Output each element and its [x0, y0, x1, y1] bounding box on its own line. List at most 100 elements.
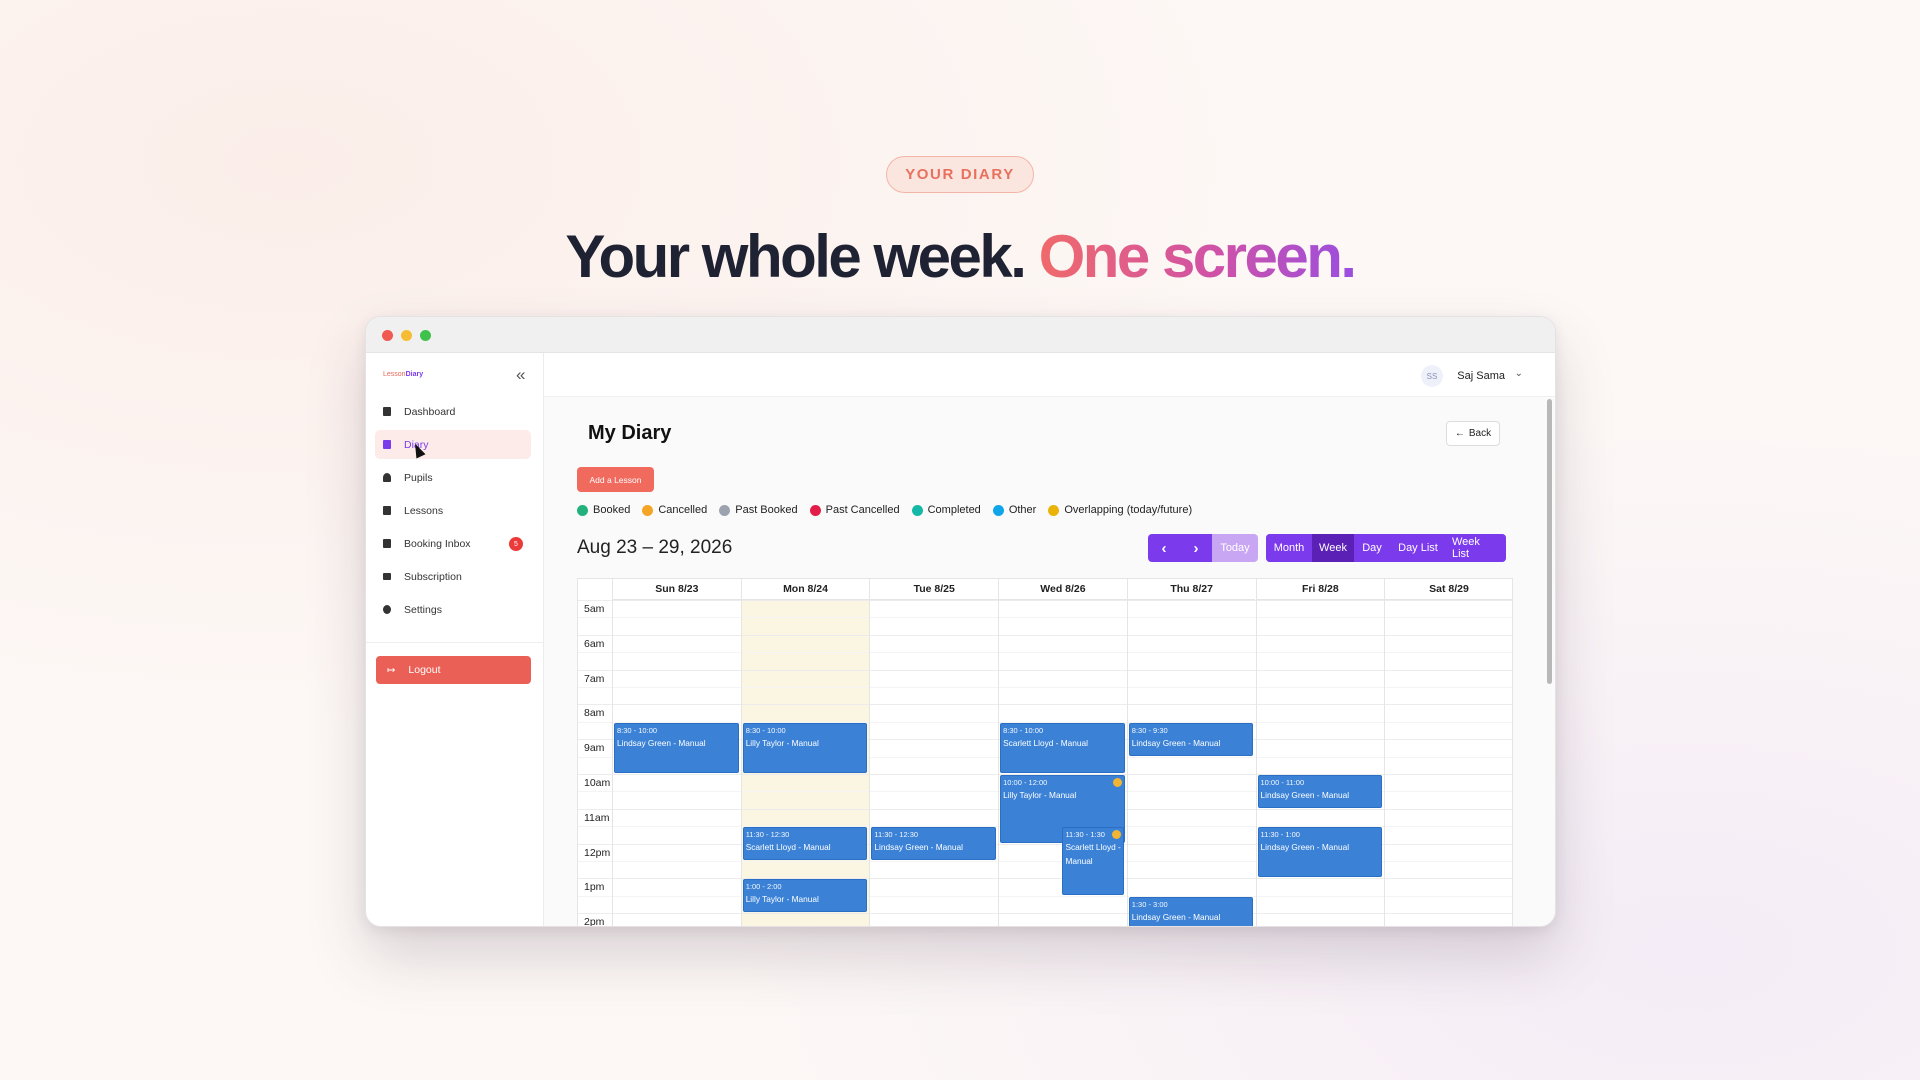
calendar-event[interactable]: 1:30 - 3:00 Lindsay Green - Manual: [1128, 896, 1254, 926]
view-month-button[interactable]: Month: [1266, 534, 1312, 562]
grid-column-line: [612, 579, 613, 926]
maximize-window-dot[interactable]: [420, 330, 431, 341]
view-week-list-button[interactable]: Week List: [1446, 534, 1506, 562]
legend-color-dot-icon: [1048, 504, 1060, 516]
legend-item: Cancelled: [642, 504, 707, 516]
day-header[interactable]: Thu 8/27: [1126, 579, 1256, 600]
sidebar-item-label: Pupils: [404, 471, 433, 484]
day-header[interactable]: Fri 8/28: [1255, 579, 1385, 600]
grid-line: [578, 617, 1512, 619]
calendar-event[interactable]: 8:30 - 10:00 Lilly Taylor - Manual: [742, 722, 868, 773]
grid-line: [578, 704, 1512, 706]
view-day-list-button[interactable]: Day List: [1390, 534, 1446, 562]
scrollbar[interactable]: [1547, 399, 1552, 684]
chevron-down-icon[interactable]: ⌄: [1515, 368, 1523, 379]
app-logo[interactable]: LessonDiary: [383, 371, 423, 378]
calendar-event[interactable]: 8:30 - 9:30 Lindsay Green - Manual: [1128, 722, 1254, 756]
event-time: 11:30 - 12:30: [874, 830, 919, 840]
time-label: 10am: [584, 777, 611, 789]
grid-column-line: [1384, 579, 1386, 926]
close-window-dot[interactable]: [382, 330, 393, 341]
time-label: 2pm: [584, 916, 605, 927]
page-title: My Diary: [588, 422, 672, 444]
calendar-event[interactable]: 10:00 - 11:00 Lindsay Green - Manual: [1257, 775, 1383, 808]
sidebar-item-subscription[interactable]: Subscription: [375, 562, 531, 591]
logo-accent: Diary: [405, 371, 424, 378]
calendar-event[interactable]: 11:30 - 12:30 Lindsay Green - Manual: [871, 827, 997, 860]
calendar-event[interactable]: 11:30 - 1:00 Lindsay Green - Manual: [1257, 827, 1383, 878]
eyebrow-badge: YOUR DIARY: [886, 156, 1034, 193]
calendar-event[interactable]: 11:30 - 12:30 Scarlett Lloyd - Manual: [742, 827, 868, 860]
sidebar-item-lessons[interactable]: Lessons: [375, 496, 531, 525]
sidebar-item-diary[interactable]: Diary: [375, 430, 531, 459]
legend-color-dot-icon: [911, 504, 923, 516]
legend-item: Booked: [577, 504, 630, 516]
event-time: 10:00 - 12:00: [1003, 778, 1048, 787]
grid-line: [578, 913, 1512, 915]
event-time: 1:00 - 2:00: [745, 882, 782, 892]
gear-icon: [383, 605, 391, 614]
calendar-event[interactable]: 8:30 - 10:00 Lindsay Green - Manual: [614, 722, 739, 773]
minimize-window-dot[interactable]: [401, 330, 412, 341]
legend-color-dot-icon: [809, 504, 821, 516]
credit-card-icon: [383, 573, 391, 580]
event-title: Scarlett Lloyd - Manual: [1003, 737, 1088, 748]
sidebar-item-label: Subscription: [404, 570, 462, 583]
day-header[interactable]: Tue 8/25: [869, 579, 999, 600]
day-header[interactable]: Mon 8/24: [740, 579, 870, 600]
sidebar-divider: [366, 642, 544, 643]
sidebar-item-booking-inbox[interactable]: Booking Inbox 5: [375, 529, 531, 558]
view-week-button[interactable]: Week: [1312, 534, 1354, 562]
top-bar: SS Saj Sama ⌄: [544, 353, 1555, 397]
time-label: 1pm: [584, 881, 605, 894]
app-window: LessonDiary « Dashboard Diary Pupils Les…: [365, 316, 1556, 927]
window-titlebar: [366, 317, 1555, 353]
sidebar-item-pupils[interactable]: Pupils: [375, 463, 531, 492]
collapse-sidebar-icon[interactable]: «: [516, 365, 525, 385]
legend-item: Other: [992, 504, 1036, 516]
notification-badge: 5: [509, 537, 523, 551]
logout-icon: ↦: [387, 664, 396, 676]
sidebar-item-label: Settings: [404, 603, 442, 616]
calendar-event[interactable]: 11:30 - 1:30 Scarlett Lloyd - Manual: [1062, 827, 1124, 895]
main-content: My Diary ← Back Add a Lesson Booked Cance…: [544, 397, 1555, 926]
grid-line: [578, 634, 1512, 636]
time-label: 5am: [584, 603, 605, 615]
day-header[interactable]: Wed 8/26: [998, 579, 1127, 600]
bar-chart-icon: [383, 407, 391, 416]
chevron-right-icon[interactable]: ›: [1180, 534, 1212, 562]
day-header[interactable]: Sat 8/29: [1384, 579, 1512, 600]
calendar-icon: [383, 440, 391, 449]
legend-label: Overlapping (today/future): [1064, 504, 1193, 516]
grid-line: [578, 878, 1512, 880]
user-name[interactable]: Saj Sama: [1457, 370, 1505, 382]
event-title: Lindsay Green - Manual: [874, 842, 963, 853]
avatar[interactable]: SS: [1421, 365, 1443, 387]
headline-accent: One screen.: [1038, 223, 1358, 290]
view-day-button[interactable]: Day: [1354, 534, 1390, 562]
status-legend: Booked Cancelled Past Booked Past Cancelled…: [577, 504, 1204, 516]
add-lesson-button[interactable]: Add a Lesson: [577, 467, 654, 492]
day-header[interactable]: Sun 8/23: [612, 579, 741, 600]
logout-button[interactable]: ↦ Logout: [376, 656, 531, 684]
grid-column-line: [869, 579, 871, 926]
back-button[interactable]: ← Back: [1446, 421, 1500, 446]
hero-headline: Your whole week. One screen.: [0, 222, 1920, 291]
calendar-event[interactable]: 8:30 - 10:00 Scarlett Lloyd - Manual: [1000, 722, 1125, 773]
time-label: 7am: [584, 672, 605, 685]
calendar-event[interactable]: 1:00 - 2:00 Lilly Taylor - Manual: [742, 879, 868, 913]
time-label: 11am: [584, 811, 610, 824]
event-title: Lindsay Green - Manual: [1260, 842, 1350, 853]
legend-color-dot-icon: [577, 504, 588, 516]
event-title: Lilly Taylor - Manual: [745, 737, 819, 748]
today-button[interactable]: Today: [1212, 534, 1258, 562]
legend-label: Cancelled: [658, 504, 708, 516]
chevron-left-icon[interactable]: ‹: [1148, 534, 1180, 562]
sidebar-item-settings[interactable]: Settings: [375, 595, 531, 624]
legend-color-dot-icon: [719, 504, 731, 516]
sidebar: LessonDiary « Dashboard Diary Pupils Les…: [366, 353, 544, 926]
view-switcher: Month Week Day Day List Week List: [1266, 534, 1506, 562]
sidebar-item-dashboard[interactable]: Dashboard: [375, 397, 531, 426]
event-time: 11:30 - 12:30: [745, 830, 790, 840]
sidebar-item-label: Dashboard: [404, 405, 456, 418]
